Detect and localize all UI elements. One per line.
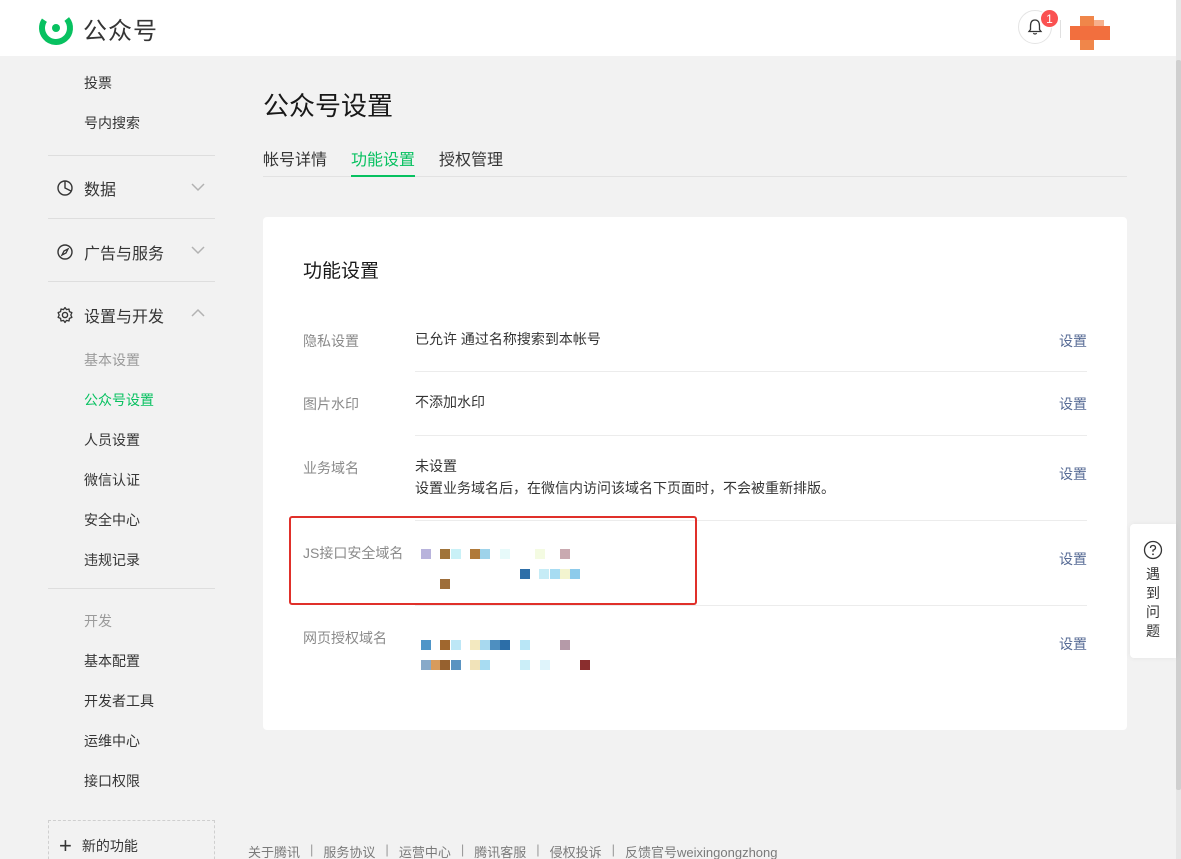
new-function-label: 新的功能 <box>81 837 138 854</box>
sidebar-group-label: 广告与服务 <box>84 246 165 263</box>
sidebar-group-data[interactable]: 数据 <box>56 176 116 200</box>
page-title: 公众号设置 <box>263 91 394 121</box>
tab-account-details[interactable]: 帐号详情 <box>263 146 327 177</box>
sidebar-group-ads[interactable]: 广告与服务 <box>56 240 164 264</box>
divider <box>415 605 1087 606</box>
row-value-business-domain: 未设置 <box>415 458 457 474</box>
oauth-domain-settings-link[interactable]: 设置 <box>1059 634 1127 654</box>
sidebar: 投票 号内搜索 数据 广告与服务 设置与开发 基本设置 公众号设置 人员设置 微… <box>0 56 230 859</box>
compass-icon <box>57 244 73 260</box>
tab-function-settings[interactable]: 功能设置 <box>351 146 416 177</box>
sidebar-item-staff[interactable]: 人员设置 <box>84 430 140 450</box>
row-desc-business-domain: 设置业务域名后，在微信内访问该域名下页面时，不会被重新排版。 <box>415 480 835 496</box>
sidebar-item-basic-settings[interactable]: 基本设置 <box>84 350 140 370</box>
sidebar-item-violations[interactable]: 违规记录 <box>84 550 140 570</box>
tab-authorization[interactable]: 授权管理 <box>439 146 503 177</box>
privacy-settings-link[interactable]: 设置 <box>1059 331 1127 351</box>
footer-link-about[interactable]: 关于腾讯 <box>248 842 300 859</box>
help-button[interactable]: 遇到问题 <box>1130 524 1176 658</box>
footer: 关于腾讯 | 服务协议 | 运营中心 | 腾讯客服 | 侵权投诉 | 反馈官号w… <box>248 842 778 859</box>
row-label-oauth-domain: 网页授权域名 <box>303 630 387 646</box>
chevron-up-icon[interactable] <box>190 305 206 321</box>
annotation-highlight-box <box>289 516 697 605</box>
business-domain-settings-link[interactable]: 设置 <box>1059 464 1127 484</box>
divider <box>415 371 1087 372</box>
sidebar-item-dev-tools[interactable]: 开发者工具 <box>84 691 154 711</box>
divider <box>48 281 215 282</box>
footer-link-terms[interactable]: 服务协议 <box>323 842 375 859</box>
watermark-settings-link[interactable]: 设置 <box>1059 394 1127 414</box>
app-name: 公众号 <box>83 17 158 45</box>
sidebar-group-label: 设置与开发 <box>84 309 165 326</box>
sidebar-section-dev: 开发 <box>84 613 112 629</box>
card-title: 功能设置 <box>303 261 380 282</box>
question-icon <box>1143 540 1163 560</box>
sidebar-group-settings[interactable]: 设置与开发 <box>56 303 164 327</box>
scrollbar-thumb[interactable] <box>1176 60 1181 790</box>
footer-link-feedback[interactable]: 反馈官号weixingongzhong <box>625 842 777 859</box>
row-label-business-domain: 业务域名 <box>303 460 359 476</box>
footer-link-infringement[interactable]: 侵权投诉 <box>550 842 602 859</box>
sidebar-item-account-settings[interactable]: 公众号设置 <box>84 390 154 410</box>
chevron-down-icon[interactable] <box>190 242 206 258</box>
divider <box>1060 20 1061 38</box>
sidebar-item-api-permissions[interactable]: 接口权限 <box>84 771 140 791</box>
js-domain-settings-link[interactable]: 设置 <box>1059 549 1127 569</box>
settings-card: 功能设置 隐私设置 已允许 通过名称搜索到本帐号 设置 图片水印 不添加水印 设… <box>263 217 1127 730</box>
chevron-down-icon[interactable] <box>190 179 206 195</box>
divider <box>48 155 215 156</box>
divider <box>48 218 215 219</box>
sidebar-group-label: 数据 <box>84 182 117 199</box>
divider <box>48 588 215 589</box>
sidebar-item-basic-config[interactable]: 基本配置 <box>84 651 140 671</box>
notification-badge: 1 <box>1040 9 1059 28</box>
avatar[interactable] <box>1068 16 1112 50</box>
wechat-official-logo-icon <box>39 11 73 45</box>
footer-link-support[interactable]: 腾讯客服 <box>474 842 526 859</box>
help-label: 遇到问题 <box>1146 566 1160 639</box>
sidebar-item-verification[interactable]: 微信认证 <box>84 470 140 490</box>
gear-icon <box>57 306 73 324</box>
tab-bar: 帐号详情 功能设置 授权管理 <box>263 140 1127 177</box>
sidebar-item-vote[interactable]: 投票 <box>84 73 112 93</box>
top-bar: 公众号 1 <box>0 0 1176 56</box>
pie-chart-icon <box>57 180 73 196</box>
footer-link-ops-center[interactable]: 运营中心 <box>399 842 451 859</box>
row-value-privacy: 已允许 通过名称搜索到本帐号 <box>415 331 601 347</box>
sidebar-item-search[interactable]: 号内搜索 <box>84 113 140 133</box>
sidebar-item-security[interactable]: 安全中心 <box>84 510 140 530</box>
plus-icon: + <box>59 832 72 858</box>
new-function-button[interactable]: + 新的功能 <box>48 820 215 859</box>
row-value-watermark: 不添加水印 <box>415 394 485 410</box>
row-label-watermark: 图片水印 <box>303 396 359 412</box>
row-label-privacy: 隐私设置 <box>303 333 359 349</box>
logo[interactable]: 公众号 <box>38 10 158 46</box>
divider <box>415 435 1087 436</box>
sidebar-item-ops-center[interactable]: 运维中心 <box>84 731 140 751</box>
